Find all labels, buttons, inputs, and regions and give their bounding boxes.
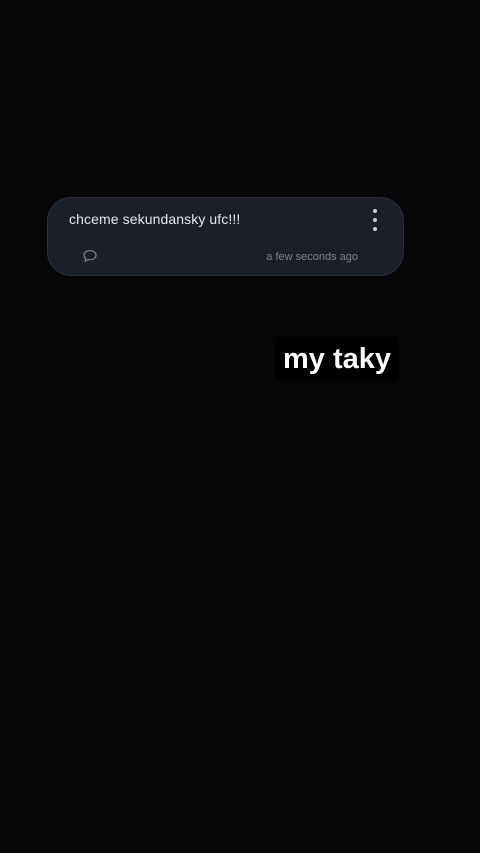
more-vertical-icon-dot [373,227,377,231]
more-vertical-icon-dot [373,218,377,222]
caption-text: my taky [275,337,400,381]
more-vertical-icon [373,209,377,213]
timestamp: a few seconds ago [266,251,358,263]
notification-card[interactable]: chceme sekundansky ufc!!! a few seconds … [47,197,404,276]
more-options-button[interactable] [369,209,381,231]
comment-bubble-icon[interactable] [82,249,98,263]
background [0,0,480,853]
notification-text: chceme sekundansky ufc!!! [69,211,241,227]
